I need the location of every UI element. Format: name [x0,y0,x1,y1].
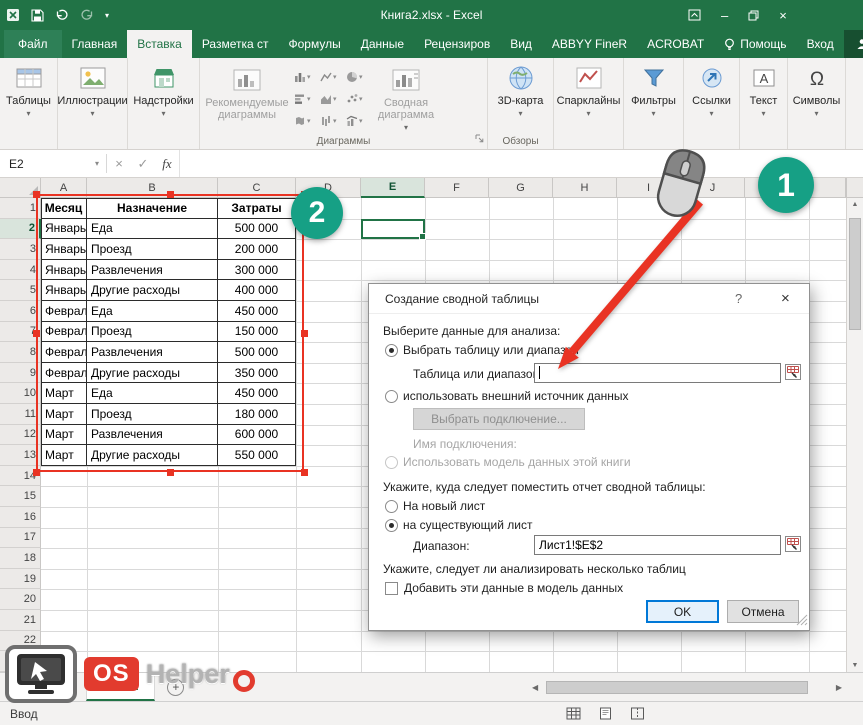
table-range-label: Таблица или диапазон: [413,367,543,381]
dialog-title-bar[interactable]: Создание сводной таблицы ? × [369,284,809,314]
radio-new-worksheet-label[interactable]: На новый лист [403,499,485,513]
logo-helper-text: Helper [146,659,230,690]
horizontal-scrollbar-track[interactable] [542,680,832,695]
range-picker-icon[interactable] [785,364,801,380]
add-to-data-model-label[interactable]: Добавить эти данные в модель данных [404,581,623,595]
row-header-21[interactable]: 21 [0,610,41,631]
view-shortcuts [566,707,645,723]
row-header-19[interactable]: 19 [0,569,41,590]
row-header-1[interactable]: 1 [0,198,41,219]
create-pivot-table-dialog: Создание сводной таблицы ? × Выберите да… [368,283,810,631]
row-header-17[interactable]: 17 [0,528,41,549]
connection-name-label: Имя подключения: [413,437,517,451]
table-range-input[interactable] [534,363,781,383]
row-header-11[interactable]: 11 [0,404,41,425]
vertical-scrollbar[interactable]: ▲ ▼ [846,198,863,672]
mouse-annotation [638,138,722,231]
row-header-15[interactable]: 15 [0,486,41,507]
row-header-6[interactable]: 6 [0,301,41,322]
status-mode: Ввод [10,707,38,721]
scroll-right-icon[interactable]: ▶ [832,683,846,692]
ok-button[interactable]: OK [646,600,719,623]
row-header-16[interactable]: 16 [0,507,41,528]
row-header-4[interactable]: 4 [0,260,41,281]
choose-data-section-label: Выберите данные для анализа: [383,324,560,338]
row-header-18[interactable]: 18 [0,548,41,569]
dialog-title: Создание сводной таблицы [385,292,539,306]
radio-external-source-label[interactable]: использовать внешний источник данных [403,389,629,403]
row-header-9[interactable]: 9 [0,363,41,384]
column-header-E[interactable]: E [361,178,425,198]
page-break-preview-icon[interactable] [630,707,645,723]
annotation-handle [167,469,174,476]
scroll-up-icon[interactable]: ▲ [847,201,863,208]
radio-existing-worksheet-label[interactable]: на существующий лист [403,518,532,532]
scroll-left-icon[interactable]: ◀ [528,683,542,692]
horizontal-scrollbar-thumb[interactable] [546,681,808,694]
radio-use-data-model-label: Использовать модель данных этой книги [403,455,631,469]
column-header-F[interactable]: F [425,178,489,198]
annotation-handle [301,330,308,337]
choose-connection-button: Выбрать подключение... [413,408,585,430]
vertical-scrollbar-thumb[interactable] [849,218,861,330]
multi-table-section-label: Укажите, следует ли анализировать нескол… [383,562,686,576]
column-header-partial[interactable] [809,178,846,198]
row-header-3[interactable]: 3 [0,239,41,260]
normal-view-icon[interactable] [566,707,581,723]
radio-use-data-model [385,456,398,469]
radio-external-source[interactable] [385,390,398,403]
row-header-2[interactable]: 2 [0,219,41,240]
excel-window: ▾ Книга2.xlsx - Excel – × ФайлГлавнаяВст… [0,0,863,725]
os-helper-watermark: OS Helper [5,645,255,703]
monitor-icon [5,645,77,703]
table-highlight-annotation [36,194,304,472]
text-cursor [539,366,540,379]
radio-select-table-or-range[interactable] [385,344,398,357]
annotation-handle [301,469,308,476]
scrollbar-corner [846,178,863,198]
resize-grip[interactable] [796,614,808,629]
column-header-G[interactable]: G [489,178,553,198]
step-badge-2: 2 [291,187,343,239]
page-layout-icon[interactable] [598,707,613,723]
selected-cell-E2[interactable] [361,219,425,240]
location-range-label: Диапазон: [413,539,470,553]
row-header-5[interactable]: 5 [0,280,41,301]
location-range-input[interactable] [534,535,781,555]
scroll-down-icon[interactable]: ▼ [847,662,863,669]
radio-new-worksheet[interactable] [385,500,398,513]
radio-existing-worksheet[interactable] [385,519,398,532]
range-picker-icon[interactable] [785,536,801,552]
dialog-help-button[interactable]: ? [735,291,742,306]
dialog-close-button[interactable]: × [781,290,790,307]
radio-select-table-or-range-label[interactable]: Выбрать таблицу или диапазон [403,343,579,357]
cancel-button[interactable]: Отмена [727,600,799,623]
horizontal-scrollbar[interactable]: ◀ ▶ [528,679,846,696]
step-badge-1: 1 [758,157,814,213]
logo-os-badge: OS [84,657,139,691]
annotation-handle [33,191,40,198]
annotation-handle [167,191,174,198]
row-header-8[interactable]: 8 [0,342,41,363]
row-header-10[interactable]: 10 [0,383,41,404]
annotation-handle [33,469,40,476]
row-header-20[interactable]: 20 [0,589,41,610]
column-header-H[interactable]: H [553,178,617,198]
add-to-data-model-checkbox[interactable] [385,582,398,595]
row-header-12[interactable]: 12 [0,425,41,446]
annotation-handle [33,330,40,337]
placement-section-label: Укажите, куда следует поместить отчет св… [383,480,706,494]
row-header-13[interactable]: 13 [0,445,41,466]
target-ring-icon [233,670,255,692]
status-bar: Ввод [0,701,863,725]
grid-line [361,198,362,672]
